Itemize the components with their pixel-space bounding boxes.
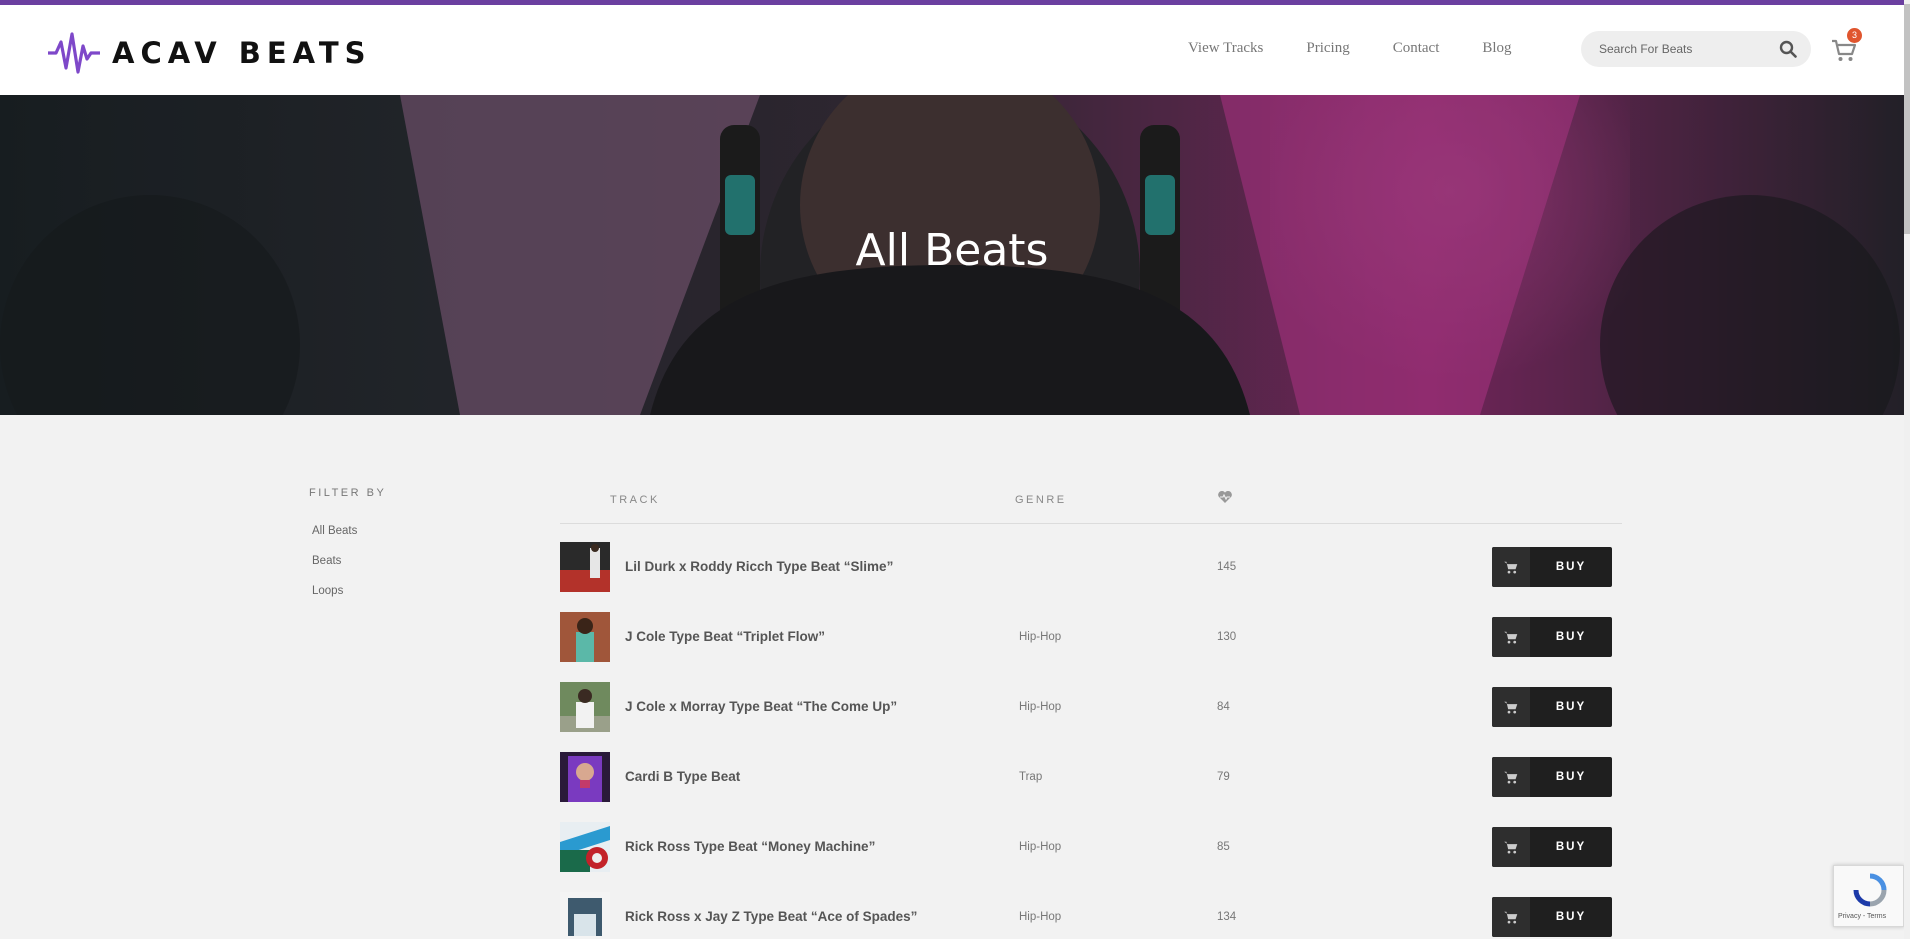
filter-all-beats[interactable]: All Beats <box>312 525 386 537</box>
cart-icon <box>1492 617 1530 657</box>
waveform-logo-icon <box>48 32 100 74</box>
buy-label: BUY <box>1555 631 1587 643</box>
track-genre: Hip-Hop <box>1019 701 1062 713</box>
track-genre: Hip-Hop <box>1019 631 1062 643</box>
buy-button[interactable]: BUY <box>1492 757 1612 797</box>
cart-icon <box>1492 687 1530 727</box>
hero-banner: All Beats <box>0 95 1904 415</box>
table-row[interactable]: Rick Ross x Jay Z Type Beat “Ace of Spad… <box>560 882 1622 939</box>
nav-view-tracks[interactable]: View Tracks <box>1188 40 1263 57</box>
track-title[interactable]: Rick Ross x Jay Z Type Beat “Ace of Spad… <box>625 909 917 924</box>
heart-pulse-icon[interactable] <box>1217 490 1233 504</box>
recaptcha-text[interactable]: Privacy - Terms <box>1838 913 1886 920</box>
track-table-header: TRACK GENRE <box>560 480 1622 524</box>
buy-button[interactable]: BUY <box>1492 617 1612 657</box>
track-artwork <box>560 892 610 939</box>
table-row[interactable]: J Cole x Morray Type Beat “The Come Up” … <box>560 672 1622 742</box>
track-title[interactable]: J Cole Type Beat “Triplet Flow” <box>625 629 825 644</box>
track-genre: Hip-Hop <box>1019 841 1062 853</box>
nav-blog[interactable]: Blog <box>1482 40 1511 57</box>
search-icon[interactable] <box>1779 40 1797 58</box>
filter-sidebar: FILTER BY All Beats Beats Loops <box>309 487 386 615</box>
buy-button[interactable]: BUY <box>1492 897 1612 937</box>
search-box <box>1581 31 1811 67</box>
table-row[interactable]: Cardi B Type Beat Trap 79 BUY <box>560 742 1622 812</box>
track-plays: 145 <box>1217 561 1237 573</box>
logo[interactable]: ACAV BEATS <box>48 29 372 77</box>
nav-contact[interactable]: Contact <box>1393 40 1440 57</box>
track-artwork <box>560 612 610 662</box>
cart-count-badge: 3 <box>1847 28 1862 43</box>
track-artwork <box>560 682 610 732</box>
recaptcha-icon <box>1853 873 1887 907</box>
scrollbar-thumb[interactable] <box>1904 4 1910 234</box>
table-row[interactable]: Lil Durk x Roddy Ricch Type Beat “Slime”… <box>560 532 1622 602</box>
track-plays: 84 <box>1217 701 1230 713</box>
track-title[interactable]: Rick Ross Type Beat “Money Machine” <box>625 839 875 854</box>
search-input[interactable] <box>1599 42 1769 56</box>
cart-icon <box>1492 757 1530 797</box>
table-row[interactable]: Rick Ross Type Beat “Money Machine” Hip-… <box>560 812 1622 882</box>
track-plays: 130 <box>1217 631 1237 643</box>
buy-button[interactable]: BUY <box>1492 827 1612 867</box>
page-title: All Beats <box>855 225 1049 276</box>
track-artwork <box>560 822 610 872</box>
header-genre[interactable]: GENRE <box>1015 494 1067 506</box>
cart-icon <box>1492 897 1530 937</box>
track-genre: Hip-Hop <box>1019 911 1062 923</box>
track-title[interactable]: Cardi B Type Beat <box>625 769 740 784</box>
buy-button[interactable]: BUY <box>1492 547 1612 587</box>
buy-label: BUY <box>1555 771 1587 783</box>
track-title[interactable]: Lil Durk x Roddy Ricch Type Beat “Slime” <box>625 559 893 574</box>
buy-label: BUY <box>1555 841 1587 853</box>
track-plays: 85 <box>1217 841 1230 853</box>
site-header: ACAV BEATS View Tracks Pricing Contact B… <box>0 5 1904 95</box>
track-title[interactable]: J Cole x Morray Type Beat “The Come Up” <box>625 699 897 714</box>
buy-label: BUY <box>1555 561 1587 573</box>
filter-beats[interactable]: Beats <box>312 555 386 567</box>
brand-name: ACAV BEATS <box>112 35 372 70</box>
track-genre: Trap <box>1019 771 1043 783</box>
page: { "brand": {"name": "ACAV BEATS", "accen… <box>0 0 1910 939</box>
recaptcha-badge[interactable]: Privacy - Terms <box>1833 865 1904 927</box>
table-row[interactable]: J Cole Type Beat “Triplet Flow” Hip-Hop … <box>560 602 1622 672</box>
buy-label: BUY <box>1555 701 1587 713</box>
cart-icon <box>1492 547 1530 587</box>
track-plays: 134 <box>1217 911 1237 923</box>
main-nav: View Tracks Pricing Contact Blog <box>1188 40 1555 57</box>
filter-title: FILTER BY <box>309 487 387 499</box>
filter-loops[interactable]: Loops <box>312 585 386 597</box>
page-scrollbar[interactable] <box>1904 0 1910 939</box>
cart-icon <box>1492 827 1530 867</box>
track-artwork <box>560 542 610 592</box>
buy-label: BUY <box>1555 911 1587 923</box>
buy-button[interactable]: BUY <box>1492 687 1612 727</box>
filter-list: All Beats Beats Loops <box>309 525 386 597</box>
header-track[interactable]: TRACK <box>610 494 660 506</box>
track-artwork <box>560 752 610 802</box>
nav-pricing[interactable]: Pricing <box>1306 40 1349 57</box>
track-plays: 79 <box>1217 771 1230 783</box>
